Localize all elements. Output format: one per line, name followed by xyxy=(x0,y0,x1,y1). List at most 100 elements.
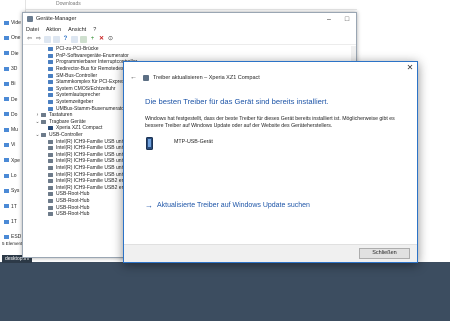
menu-ansicht[interactable]: Ansicht xyxy=(68,27,86,33)
explorer-nav-item[interactable]: 1T xyxy=(4,204,17,210)
update-driver-dialog: ✕ ← Treiber aktualisieren – Xperia XZ1 C… xyxy=(123,61,418,263)
device-tree-item[interactable]: Stammkomplex für PCI-Express xyxy=(23,79,133,86)
device-tree-label: Tragbare Geräte xyxy=(49,118,86,125)
disable-device-icon[interactable]: ⊙ xyxy=(107,36,114,43)
add-device-icon[interactable]: + xyxy=(89,36,96,43)
menu-aktion[interactable]: Aktion xyxy=(46,27,61,33)
folder-icon xyxy=(4,66,9,71)
device-tree-item[interactable]: UMBus-Stamm-Busenumerator xyxy=(23,105,133,112)
explorer-nav-item[interactable]: Vi xyxy=(4,142,15,148)
windows-update-link[interactable]: → Aktualisierte Treiber auf Windows Upda… xyxy=(145,201,310,210)
close-button[interactable]: Schließen xyxy=(359,248,410,259)
view-icon[interactable] xyxy=(53,35,60,43)
device-tree-label: Systemlautsprecher xyxy=(56,92,101,99)
device-tree-item[interactable]: PCI-zu-PCI-Brücke xyxy=(23,46,133,53)
device-manager-title: Geräte-Manager xyxy=(36,16,77,22)
expander-icon[interactable]: ⌄ xyxy=(35,132,40,138)
device-tree-label: UMBus-Stamm-Busenumerator xyxy=(56,105,126,112)
device-manager-toolbar: ⇦ ⇨ ? + ✕ ⊙ xyxy=(23,34,356,45)
minimize-icon[interactable]: – xyxy=(320,13,338,25)
expander-icon[interactable]: › xyxy=(35,112,40,118)
device-tree-item[interactable]: Intel(R) ICH9-Familie USB universeller H… xyxy=(23,158,177,165)
device-icon xyxy=(48,172,53,177)
device-tree-label: Stammkomplex für PCI-Express xyxy=(56,79,128,86)
dialog-title: Treiber aktualisieren – Xperia XZ1 Compa… xyxy=(153,74,260,81)
explorer-nav-item[interactable]: Die xyxy=(4,51,19,57)
folder-icon xyxy=(4,204,9,209)
dialog-header: ← Treiber aktualisieren – Xperia XZ1 Com… xyxy=(130,74,260,81)
device-tree-item[interactable]: Systemzeitgeber xyxy=(23,99,133,106)
folder-icon xyxy=(4,97,9,102)
device-tree-item[interactable]: Intel(R) ICH9-Familie USB2 erweiterter H… xyxy=(23,178,177,185)
expander-icon[interactable]: ⌄ xyxy=(35,119,40,125)
menu-help[interactable]: ? xyxy=(93,27,96,33)
device-icon xyxy=(48,192,53,197)
properties-icon[interactable] xyxy=(44,35,51,43)
device-tree-item[interactable]: › Tastaturen xyxy=(23,112,133,119)
update-driver-icon[interactable] xyxy=(71,35,78,43)
explorer-nav-label: Sys xyxy=(11,188,20,195)
explorer-nav-label: Vi xyxy=(11,142,16,149)
explorer-nav-item[interactable]: Vide xyxy=(4,20,21,26)
device-tree-item[interactable]: Programmierbarer Interruptcontroller xyxy=(23,59,137,66)
device-tree-item[interactable]: Redirector-Bus für Remotedesktopgeräte xyxy=(23,66,147,73)
explorer-nav-item[interactable]: Sys xyxy=(4,188,19,194)
device-driver-name: MTP-USB-Gerät xyxy=(174,139,213,145)
back-arrow-icon[interactable]: ← xyxy=(130,74,137,81)
device-icon xyxy=(48,179,53,184)
device-tree: PCI-zu-PCI-Brücke PnP-Softwaregeräte-Enum… xyxy=(23,46,177,218)
device-icon xyxy=(48,60,53,65)
device-tree-item[interactable]: SM-Bus-Controller xyxy=(23,72,133,79)
explorer-nav-item[interactable]: Xpe xyxy=(4,158,20,164)
folder-icon xyxy=(4,127,9,132)
device-tree-item[interactable]: ⌄ USB-Controller xyxy=(23,132,133,139)
device-icon xyxy=(41,133,46,138)
device-tree-label: USB-Root-Hub xyxy=(56,211,90,218)
back-arrow-icon[interactable]: ⇦ xyxy=(26,36,33,43)
device-icon xyxy=(48,47,53,52)
device-tree-item[interactable]: Intel(R) ICH9-Familie USB universeller H… xyxy=(23,145,177,152)
dialog-description: Windows hat festgestellt, dass der beste… xyxy=(145,116,395,129)
device-tree-item[interactable]: Xperia XZ1 Compact xyxy=(23,125,133,132)
explorer-nav-item[interactable]: 3D xyxy=(4,66,17,72)
uninstall-icon[interactable]: ✕ xyxy=(98,36,105,43)
device-icon xyxy=(48,185,53,190)
device-tree-item[interactable]: USB-Root-Hub xyxy=(23,211,133,218)
help-icon[interactable]: ? xyxy=(62,36,69,43)
menu-datei[interactable]: Datei xyxy=(26,27,39,33)
device-tree-item[interactable]: Intel(R) ICH9-Familie USB universeller H… xyxy=(23,138,177,145)
device-tree-item[interactable]: USB-Root-Hub xyxy=(23,198,133,205)
explorer-nav-item[interactable]: Do xyxy=(4,112,17,118)
dialog-main-heading: Die besten Treiber für das Gerät sind be… xyxy=(145,97,329,106)
device-tree-label: USB-Controller xyxy=(49,132,83,139)
windows-update-link-label[interactable]: Aktualisierte Treiber auf Windows Update… xyxy=(157,202,310,209)
device-tree-label: Xperia XZ1 Compact xyxy=(56,125,103,132)
explorer-nav-item[interactable]: Bi xyxy=(4,81,15,87)
explorer-nav-item[interactable]: 1T xyxy=(4,219,17,225)
device-tree-item[interactable]: PnP-Softwaregeräte-Enumerator xyxy=(23,53,133,60)
folder-icon xyxy=(4,81,9,86)
explorer-nav-item[interactable]: Lo xyxy=(4,173,17,179)
phone-device-icon xyxy=(146,137,153,150)
device-tree-item[interactable]: System CMOS/Echtzeituhr xyxy=(23,86,133,93)
device-tree-label: SM-Bus-Controller xyxy=(56,72,98,79)
maximize-icon[interactable]: □ xyxy=(338,13,356,25)
device-tree-item[interactable]: USB-Root-Hub xyxy=(23,204,133,211)
device-manager-menubar: Datei Aktion Ansicht ? xyxy=(23,25,356,34)
device-tree-item[interactable]: USB-Root-Hub xyxy=(23,191,133,198)
device-tree-item[interactable]: ⌄ Tragbare Geräte xyxy=(23,119,133,126)
explorer-nav-item[interactable]: De xyxy=(4,97,17,103)
device-tree-item[interactable]: Intel(R) ICH9-Familie USB2 erweiterter H… xyxy=(23,184,177,191)
explorer-nav-label: Die xyxy=(11,50,19,57)
device-tree-item[interactable]: Intel(R) ICH9-Familie USB universeller H… xyxy=(23,171,177,178)
scan-hardware-icon[interactable] xyxy=(80,35,87,43)
forward-arrow-icon[interactable]: ⇨ xyxy=(35,36,42,43)
explorer-nav-item[interactable]: Mu xyxy=(4,127,18,133)
explorer-nav-item[interactable]: One xyxy=(4,35,20,41)
device-tree-item[interactable]: Intel(R) ICH9-Familie USB universeller H… xyxy=(23,165,177,172)
device-tree-item[interactable]: Systemlautsprecher xyxy=(23,92,133,99)
close-icon[interactable]: ✕ xyxy=(403,62,417,74)
device-tree-label: USB-Root-Hub xyxy=(56,197,90,204)
device-tree-item[interactable]: Intel(R) ICH9-Familie USB universeller H… xyxy=(23,152,177,159)
device-icon xyxy=(48,53,53,58)
